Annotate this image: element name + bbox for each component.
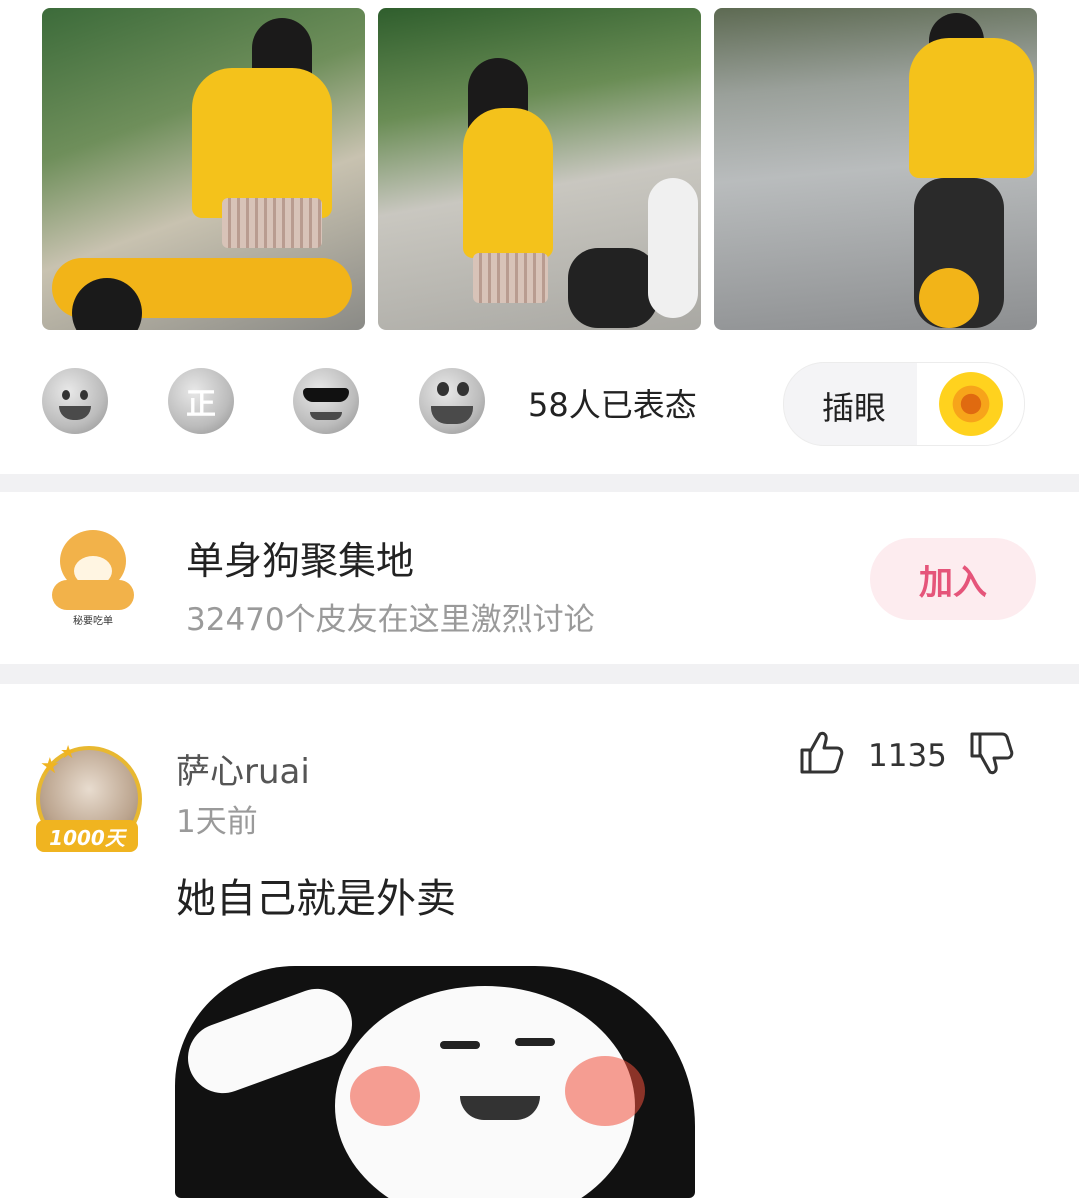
chayan-label: 插眼 — [822, 389, 887, 427]
emoji-eye — [62, 390, 70, 400]
sunglasses-icon[interactable] — [293, 368, 359, 434]
thumbs-down-icon[interactable] — [966, 728, 1016, 778]
meme-cheek — [565, 1056, 645, 1126]
comment-meme-image[interactable] — [175, 946, 695, 1198]
emoji-mouth — [310, 412, 342, 420]
jacket-shape — [463, 108, 553, 258]
comment-item: ★ ★ 1000天 萨心ruai 1天前 1135 她自己就是外卖 — [0, 684, 1079, 1198]
zheng-glyph: 正 — [186, 387, 216, 422]
chayan-button[interactable]: 插眼 — [783, 362, 1025, 446]
thumbs-up-icon[interactable] — [796, 728, 846, 778]
emoji-mouth — [431, 406, 473, 424]
zheng-icon[interactable]: 正 — [168, 368, 234, 434]
group-card[interactable]: 秘要吃单 单身狗聚集地 32470个皮友在这里激烈讨论 加入 — [0, 492, 1079, 664]
doge-body — [52, 580, 134, 610]
group-avatar: 秘要吃单 — [52, 530, 134, 627]
meme-eye — [515, 1038, 555, 1046]
join-button[interactable]: 加入 — [870, 538, 1036, 620]
sunglasses-shape — [303, 388, 349, 402]
scooter-shape — [568, 248, 658, 328]
group-title: 单身狗聚集地 — [186, 539, 415, 583]
post-photo-1[interactable] — [42, 8, 365, 330]
emoji-eye — [457, 382, 469, 396]
post-photo-2[interactable] — [378, 8, 701, 330]
laugh-cry-icon[interactable] — [42, 368, 108, 434]
emoji-eye — [80, 390, 88, 400]
meme-mouth — [460, 1096, 540, 1120]
like-count: 1135 — [868, 738, 947, 774]
meme-cheek — [350, 1066, 420, 1126]
comment-time: 1天前 — [176, 804, 258, 840]
skirt-shape — [222, 198, 322, 248]
emoji-eye — [437, 382, 449, 396]
scooter-front — [919, 268, 979, 328]
star-icon: ★ — [60, 742, 77, 763]
section-divider — [0, 664, 1079, 684]
flower-icon — [917, 363, 1024, 445]
group-avatar-caption: 秘要吃单 — [73, 616, 113, 627]
avatar-badge: 1000天 — [36, 820, 138, 852]
grin-icon[interactable] — [419, 368, 485, 434]
reaction-count: 58人已表态 — [528, 386, 697, 424]
user-name[interactable]: 萨心ruai — [176, 744, 310, 793]
flower-shape — [938, 372, 1003, 436]
photo-strip — [0, 0, 1079, 340]
jacket-shape — [192, 68, 332, 218]
section-divider — [0, 474, 1079, 492]
group-subtitle: 32470个皮友在这里激烈讨论 — [186, 602, 595, 638]
jacket-shape — [909, 38, 1034, 178]
meme-eye — [440, 1041, 480, 1049]
comment-text: 她自己就是外卖 — [176, 876, 456, 922]
post-photo-3[interactable] — [714, 8, 1037, 330]
skirt-shape — [473, 253, 548, 303]
scooter-shape-2 — [648, 178, 698, 318]
star-icon: ★ — [40, 754, 60, 779]
emoji-mouth — [59, 406, 91, 420]
reactions-row: 正 58人已表态 插眼 — [0, 352, 1079, 462]
